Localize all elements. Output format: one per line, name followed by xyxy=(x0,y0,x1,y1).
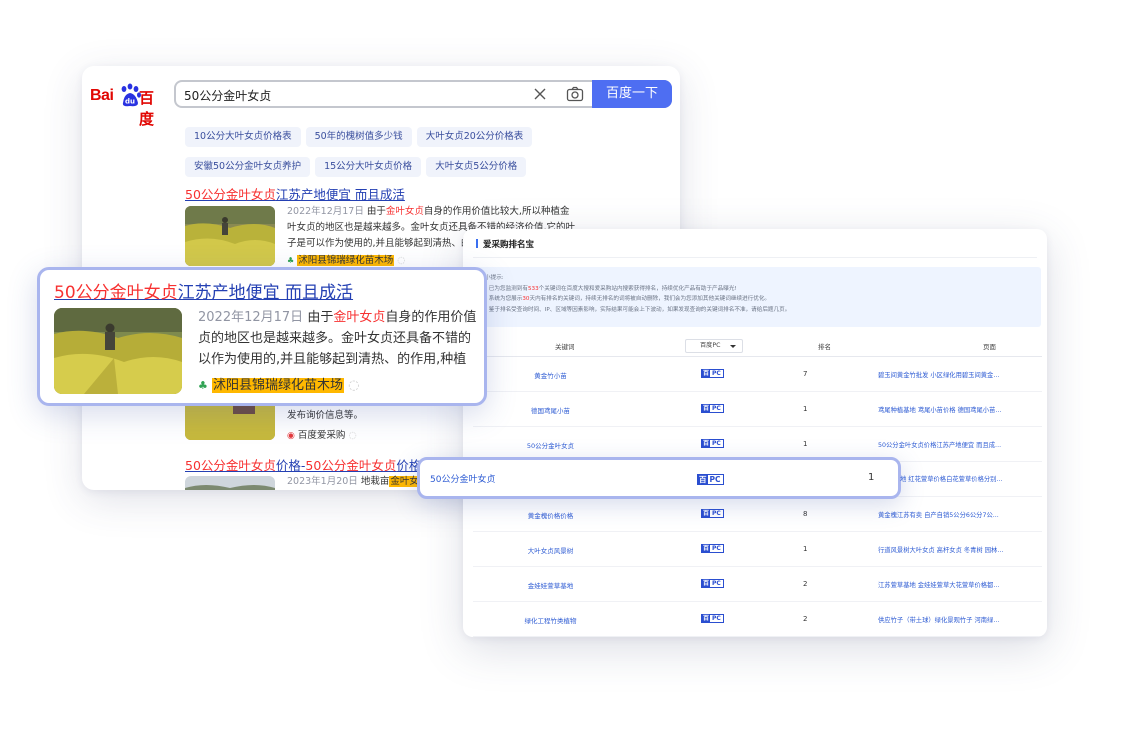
page-link-cell[interactable]: 供应竹子（带土球）绿化景观竹子 河南绿... xyxy=(878,615,1028,624)
page-link-cell[interactable]: 50公分金叶女贞价格江苏产地便宜 而且成... xyxy=(878,440,1028,449)
panel-title: 爱采购排名宝 xyxy=(476,238,534,250)
keyword-cell[interactable]: 德国鸢尾小苗 xyxy=(473,405,628,415)
rank-cell: 2 xyxy=(803,615,808,623)
plant-field-image xyxy=(54,308,182,394)
related-tag[interactable]: 15公分大叶女贞价格 xyxy=(315,157,422,177)
related-tag[interactable]: 50年的槐树值多少钱 xyxy=(305,127,412,147)
result-thumbnail[interactable] xyxy=(185,206,275,266)
table-row: 德国鸢尾小苗 百 PC 1 鸢尾种植基地 鸢尾小苗价格 德国鸢尾小苗... xyxy=(473,392,1042,427)
page-link-cell[interactable]: 江苏萱草基地 金娃娃萱草大花萱草价格都... xyxy=(878,580,1028,589)
rank-cell: 1 xyxy=(803,440,808,448)
zoomed-result-source[interactable]: ♣ 沭阳县锦瑞绿化苗木场 ◌ xyxy=(198,374,360,393)
zoomed-result-thumbnail[interactable] xyxy=(54,308,182,394)
column-header-keyword: 关键词 xyxy=(555,343,575,351)
rank-cell: 1 xyxy=(803,545,808,553)
table-row: 绿化工程竹类植物 百 PC 2 供应竹子（带土球）绿化景观竹子 河南绿... xyxy=(473,602,1042,637)
page-link-cell[interactable]: 鸢尾种植基地 鸢尾小苗价格 德国鸢尾小苗... xyxy=(878,405,1028,414)
logo-text-du: 百度 xyxy=(139,89,154,128)
zoomed-result-snippet: 2022年12月17日 由于金叶女贞自身的作用价值 贞的地区也是越来越多。金叶女… xyxy=(198,310,477,367)
result-thumbnail[interactable] xyxy=(185,476,275,490)
rank-tool-window: 爱采购排名宝 小提示: - 已为您监测到有533个关键词在百度大搜和爱采购站内搜… xyxy=(463,229,1047,637)
baidu-logo[interactable]: Bai du 百度 xyxy=(90,83,166,128)
keyword-cell[interactable]: 大叶女贞风景树 xyxy=(473,545,628,555)
tips-title: 小提示: xyxy=(485,275,504,281)
close-icon[interactable] xyxy=(532,86,548,102)
keyword-cell[interactable]: 黄金竹小苗 xyxy=(473,370,628,380)
camera-icon[interactable] xyxy=(566,86,584,102)
related-tags: 10公分大叶女贞价格表 50年的槐树值多少钱 大叶女贞20公分价格表 安徽50公分金… xyxy=(185,124,605,184)
page-link-cell[interactable]: 碧玉间黄金竹批发 小区绿化用碧玉间黄金... xyxy=(878,370,1028,379)
rank-cell: 1 xyxy=(868,472,875,483)
zoomed-result-card: 50公分金叶女贞江苏产地便宜 而且成活 2022年12月17日 由于金叶女贞自身… xyxy=(37,267,487,406)
related-tag[interactable]: 10公分大叶女贞价格表 xyxy=(185,127,301,147)
page-link-cell[interactable]: 黄金槐江苏有卖 自产自销5公分6公分7公... xyxy=(878,510,1028,519)
logo-text-bai: Bai xyxy=(90,87,114,104)
baidu-pc-badge: 百 PC xyxy=(701,404,724,413)
baidu-pc-badge: 百 PC xyxy=(701,544,724,553)
keyword-cell[interactable]: 绿化工程竹类植物 xyxy=(473,615,628,625)
result-source[interactable]: ♣ 沭阳县锦瑞绿化苗木场 ◌ xyxy=(287,252,406,266)
nursery-image xyxy=(185,476,275,490)
tip-line: - 系统为您展示30天内有排名的关键词，持续无排名的词将被自动删除，我们会为您添… xyxy=(485,296,771,302)
table-row: 黄金竹小苗 百 PC 7 碧玉间黄金竹批发 小区绿化用碧玉间黄金... xyxy=(473,357,1042,392)
shield-icon: ◌ xyxy=(348,430,357,441)
platform-select[interactable]: 百度PC xyxy=(685,339,743,353)
tips-box: 小提示: - 已为您监测到有533个关键词在百度大搜和爱采购站内搜索获得排名，持… xyxy=(475,267,1041,327)
result-title[interactable]: 50公分金叶女贞江苏产地便宜 而且成活 xyxy=(185,184,405,203)
keyword-cell[interactable]: 黄金槐价格价格 xyxy=(473,510,628,520)
shield-icon: ◌ xyxy=(348,378,360,393)
divider xyxy=(473,257,1037,258)
shield-icon: ◌ xyxy=(397,255,406,266)
baidu-pc-badge: 百 PC xyxy=(697,474,724,485)
table-row: 大叶女贞风景树 百 PC 1 行道风景树大叶女贞 高杆女贞 冬青树 园林... xyxy=(473,532,1042,567)
aicaigou-icon: ◉ xyxy=(287,431,295,441)
column-header-rank: 排名 xyxy=(818,343,831,351)
tip-line: - 已为您监测到有533个关键词在百度大搜和爱采购站内搜索获得排名，持续优化产品… xyxy=(485,285,737,292)
svg-text:du: du xyxy=(125,98,135,106)
table-row: 黄金槐价格价格 百 PC 8 黄金槐江苏有卖 自产自销5公分6公分7公... xyxy=(473,497,1042,532)
rank-cell: 1 xyxy=(803,405,808,413)
result-title[interactable]: 50公分金叶女贞价格-50公分金叶女贞价格 xyxy=(185,455,421,474)
column-header-page: 页面 xyxy=(983,343,996,351)
baidu-pc-badge: 百 PC xyxy=(701,614,724,623)
page-link-cell[interactable]: 地 红花萱草价格白花萱草价格分别... xyxy=(900,474,1040,483)
keyword-cell[interactable]: 50公分金叶女贞 xyxy=(473,440,628,450)
rank-cell: 7 xyxy=(803,370,808,378)
rank-cell: 8 xyxy=(803,510,808,518)
paw-icon: du xyxy=(121,83,141,107)
search-button[interactable]: 百度一下 xyxy=(592,80,672,108)
keyword-cell[interactable]: 50公分金叶女贞 xyxy=(430,472,495,485)
leaf-icon: ♣ xyxy=(198,379,208,392)
zoomed-result-title[interactable]: 50公分金叶女贞江苏产地便宜 而且成活 xyxy=(54,278,353,303)
highlighted-rank-row[interactable]: 50公分金叶女贞 百 PC 1 xyxy=(417,457,901,499)
keyword-cell[interactable]: 金娃娃萱草基地 xyxy=(473,580,628,590)
baidu-pc-badge: 百 PC xyxy=(701,439,724,448)
baidu-pc-badge: 百 PC xyxy=(701,369,724,378)
related-tag[interactable]: 大叶女贞20公分价格表 xyxy=(416,127,533,147)
baidu-pc-badge: 百 PC xyxy=(701,579,724,588)
table-row: 金娃娃萱草基地 百 PC 2 江苏萱草基地 金娃娃萱草大花萱草价格都... xyxy=(473,567,1042,602)
related-tag[interactable]: 大叶女贞5公分价格 xyxy=(426,157,527,177)
result-source[interactable]: ◉ 百度爱采购 ◌ xyxy=(287,427,357,441)
search-input[interactable] xyxy=(184,86,514,104)
page-link-cell[interactable]: 行道风景树大叶女贞 高杆女贞 冬青树 园林... xyxy=(878,545,1028,554)
baidu-pc-badge: 百 PC xyxy=(701,509,724,518)
leaf-icon: ♣ xyxy=(287,256,295,265)
plant-field-image xyxy=(185,206,275,266)
related-tag[interactable]: 安徽50公分金叶女贞养护 xyxy=(185,157,311,177)
tip-line: - 鉴于排名受查询时间、IP、区域等因素影响，实际结果可能会上下波动，如果发现查… xyxy=(485,306,791,313)
rank-cell: 2 xyxy=(803,580,808,588)
